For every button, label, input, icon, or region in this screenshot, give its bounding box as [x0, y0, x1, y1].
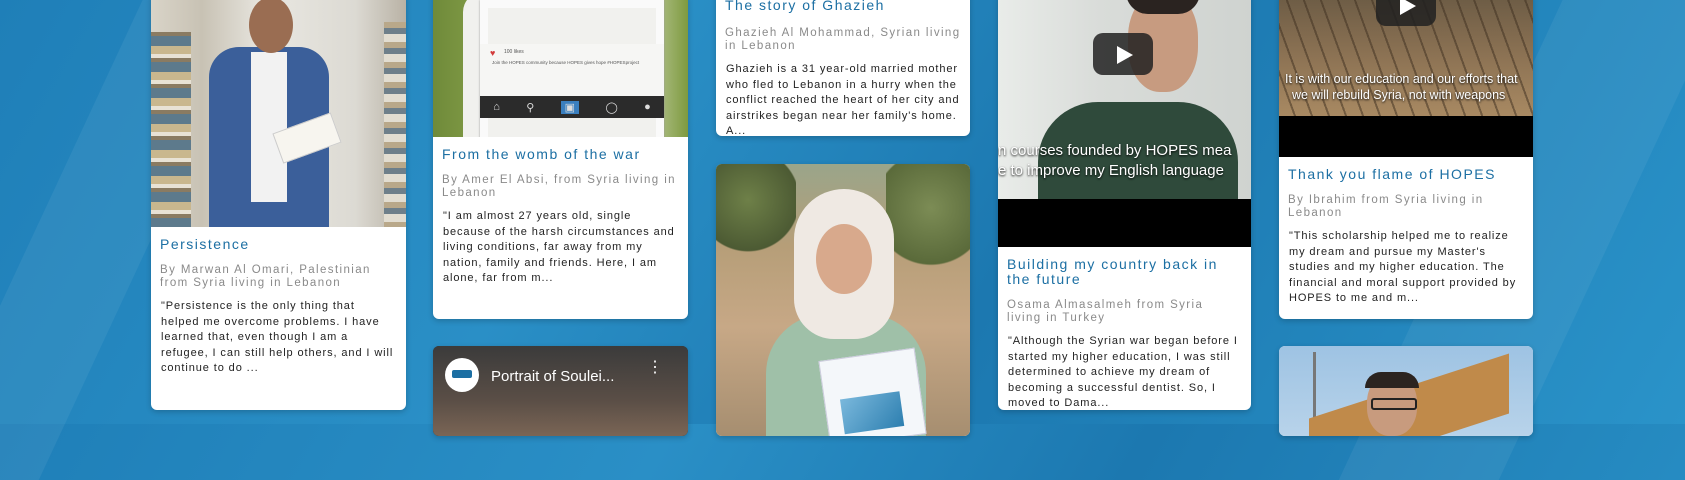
tree	[716, 164, 796, 254]
tree	[886, 164, 970, 274]
video-card-soulei[interactable]: Portrait of Soulei... ⋮	[433, 346, 688, 436]
story-excerpt: "This scholarship helped me to realize m…	[1289, 230, 1517, 304]
story-excerpt: "Persistence is the only thing that help…	[161, 300, 394, 374]
story-byline: By Marwan Al Omari, Palestinian from Syr…	[160, 264, 371, 289]
chat-icon: ◯	[605, 101, 618, 114]
frame-toolbar: ⌂ ⚲ ▣ ◯ ●	[480, 96, 664, 118]
person-head	[249, 0, 293, 53]
profile-icon: ●	[644, 101, 651, 113]
story-photo: ♥ 100 likes Join the HOPES community bec…	[433, 0, 688, 137]
video-subtitle: It is with our education and our efforts…	[1285, 72, 1518, 86]
play-button-icon[interactable]	[1093, 33, 1153, 75]
more-options-icon[interactable]: ⋮	[647, 360, 663, 376]
bookshelf	[384, 22, 406, 227]
video-subtitle: n courses founded by HOPES mea	[998, 142, 1232, 159]
woman-face	[816, 224, 872, 294]
glasses	[1371, 398, 1417, 410]
search-icon: ⚲	[526, 101, 535, 114]
play-button-icon[interactable]	[1376, 0, 1436, 26]
brochure	[818, 347, 927, 436]
person-tshirt	[251, 52, 287, 202]
story-byline: By Amer El Absi, from Syria living in Le…	[442, 174, 676, 199]
story-excerpt: "I am almost 27 years old, single becaus…	[443, 210, 675, 284]
person-hair	[1365, 372, 1419, 388]
brochure-graphic	[839, 391, 905, 435]
video-subtitle: we will rebuild Syria, not with weapons	[1292, 88, 1506, 102]
story-excerpt: "Although the Syrian war began before I …	[1008, 335, 1238, 409]
heart-icon: ♥	[490, 48, 496, 58]
bookshelf	[151, 32, 191, 227]
story-title[interactable]: Persistence	[160, 237, 397, 252]
story-title[interactable]: Thank you flame of HOPES	[1288, 167, 1524, 182]
story-card-building[interactable]: n courses founded by HOPES mea e to impr…	[998, 0, 1251, 410]
frame-panel: ♥ 100 likes Join the HOPES community bec…	[480, 44, 664, 96]
story-byline: Ghazieh Al Mohammad, Syrian living in Le…	[725, 27, 961, 52]
video-title[interactable]: Portrait of Soulei...	[491, 368, 614, 385]
story-byline: Osama Almasalmeh from Syria living in Tu…	[1007, 299, 1204, 324]
home-icon: ⌂	[493, 101, 500, 113]
story-title[interactable]: From the womb of the war	[442, 147, 679, 162]
story-card-flame[interactable]: It is with our education and our efforts…	[1279, 0, 1533, 319]
story-card-womb[interactable]: ♥ 100 likes Join the HOPES community bec…	[433, 0, 688, 319]
story-card-persistence[interactable]: Persistence By Marwan Al Omari, Palestin…	[151, 0, 406, 410]
channel-avatar[interactable]	[445, 358, 479, 392]
hopes-logo	[452, 370, 472, 378]
story-card-ghazieh[interactable]: The story of Ghazieh Ghazieh Al Mohammad…	[716, 0, 970, 136]
story-title[interactable]: Building my country back in the future	[1007, 257, 1242, 287]
video-subtitle: e to improve my English language	[998, 162, 1224, 179]
video-thumbnail: n courses founded by HOPES mea e to impr…	[998, 0, 1251, 247]
story-byline: By Ibrahim from Syria living in Lebanon	[1288, 194, 1484, 219]
story-photo	[716, 164, 970, 436]
story-excerpt: Ghazieh is a 31 year-old married mother …	[726, 63, 960, 136]
like-count: 100 likes	[504, 49, 524, 55]
story-card-photo[interactable]	[1279, 346, 1533, 436]
video-thumbnail: It is with our education and our efforts…	[1279, 0, 1533, 157]
video-letterbox	[998, 199, 1251, 247]
story-title[interactable]: The story of Ghazieh	[725, 0, 961, 13]
story-photo	[151, 0, 406, 227]
story-card-ghazieh-photo[interactable]	[716, 164, 970, 436]
story-photo	[1279, 346, 1533, 436]
frame-caption: Join the HOPES community because HOPES g…	[492, 60, 640, 65]
camera-icon: ▣	[560, 100, 580, 114]
